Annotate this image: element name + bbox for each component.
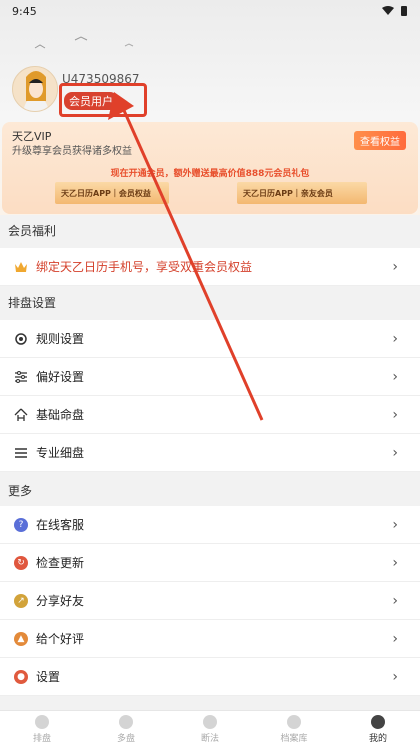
avatar[interactable]: [12, 66, 58, 112]
nav-mine[interactable]: 我的: [336, 711, 420, 748]
row-label: 规则设置: [36, 332, 85, 346]
section-benefits: 会员福利: [0, 216, 420, 244]
row-label: 设置: [36, 670, 61, 684]
archive-nav-icon: [287, 715, 301, 729]
bottom-nav: 排盘 多盘 断法 档案库 我的: [0, 710, 420, 748]
row-settings[interactable]: ● 设置 ›: [0, 658, 420, 696]
profile-header: U473509867 会员用户: [12, 66, 412, 120]
settings-icon: ●: [14, 669, 28, 684]
row-label: 分享好友: [36, 594, 85, 608]
gear-icon: [14, 332, 28, 346]
row-label: 专业细盘: [36, 446, 85, 460]
row-label: 偏好设置: [36, 370, 85, 384]
bind-phone-row[interactable]: 绑定天乙日历手机号，享受双重会员权益 ›: [0, 248, 420, 286]
row-preference-settings[interactable]: 偏好设置 ›: [0, 358, 420, 396]
wifi-icon: [382, 6, 394, 15]
share-icon: ↗: [14, 593, 28, 608]
row-professional-chart[interactable]: 专业细盘 ›: [0, 434, 420, 472]
nav-method[interactable]: 断法: [168, 711, 252, 748]
chevron-right-icon: ›: [392, 668, 398, 685]
section-chart-settings: 排盘设置: [0, 288, 420, 316]
row-label: 检查更新: [36, 556, 85, 570]
row-online-support[interactable]: ? 在线客服 ›: [0, 506, 420, 544]
chevron-right-icon: ›: [392, 444, 398, 461]
chevron-right-icon: ›: [392, 368, 398, 385]
vip-subtitle: 升级尊享会员获得诸多权益: [12, 146, 132, 157]
chevron-right-icon: ›: [392, 554, 398, 571]
chevron-right-icon: ›: [392, 258, 398, 275]
battery-icon: [401, 6, 407, 16]
row-label: 在线客服: [36, 518, 85, 532]
chart-nav-icon: [35, 715, 49, 729]
birds-decoration: [34, 36, 134, 49]
row-label: 给个好评: [36, 632, 85, 646]
family-plan-button[interactable]: 天乙日历APP｜亲友会员: [237, 182, 367, 204]
status-bar: 9:45: [0, 0, 420, 22]
chevron-right-icon: ›: [392, 516, 398, 533]
chevron-right-icon: ›: [392, 592, 398, 609]
sliders-icon: [14, 370, 28, 384]
chevron-right-icon: ›: [392, 630, 398, 647]
nav-multi-chart[interactable]: 多盘: [84, 711, 168, 748]
chevron-right-icon: ›: [392, 406, 398, 423]
promo-text: 现在开通会员，额外赠送最高价值888元会员礼包: [110, 169, 310, 179]
method-nav-icon: [203, 715, 217, 729]
row-rule-settings[interactable]: 规则设置 ›: [0, 320, 420, 358]
status-time: 9:45: [12, 4, 37, 18]
nav-archive[interactable]: 档案库: [252, 711, 336, 748]
row-label: 基础命盘: [36, 408, 85, 422]
crown-icon: [14, 260, 28, 274]
vip-card[interactable]: 天乙VIP 升级尊享会员获得诸多权益 查看权益 现在开通会员，额外赠送最高价值8…: [2, 122, 418, 214]
member-plan-button[interactable]: 天乙日历APP｜会员权益: [55, 182, 169, 204]
row-rate-app[interactable]: ▲ 给个好评 ›: [0, 620, 420, 658]
update-icon: ↻: [14, 555, 28, 570]
row-basic-chart[interactable]: 基础命盘 ›: [0, 396, 420, 434]
highlight-box: [59, 83, 147, 117]
chart-symbol-icon: [14, 408, 28, 422]
bind-phone-label: 绑定天乙日历手机号，享受双重会员权益: [36, 260, 253, 274]
thumbs-up-icon: ▲: [14, 631, 28, 646]
view-benefits-button[interactable]: 查看权益: [354, 131, 406, 150]
nav-chart[interactable]: 排盘: [0, 711, 84, 748]
row-check-update[interactable]: ↻ 检查更新 ›: [0, 544, 420, 582]
list-icon: [14, 446, 28, 460]
multi-chart-nav-icon: [119, 715, 133, 729]
section-more: 更多: [0, 476, 420, 504]
row-share-friends[interactable]: ↗ 分享好友 ›: [0, 582, 420, 620]
support-icon: ?: [14, 517, 28, 532]
user-nav-icon: [371, 715, 385, 729]
chevron-right-icon: ›: [392, 330, 398, 347]
